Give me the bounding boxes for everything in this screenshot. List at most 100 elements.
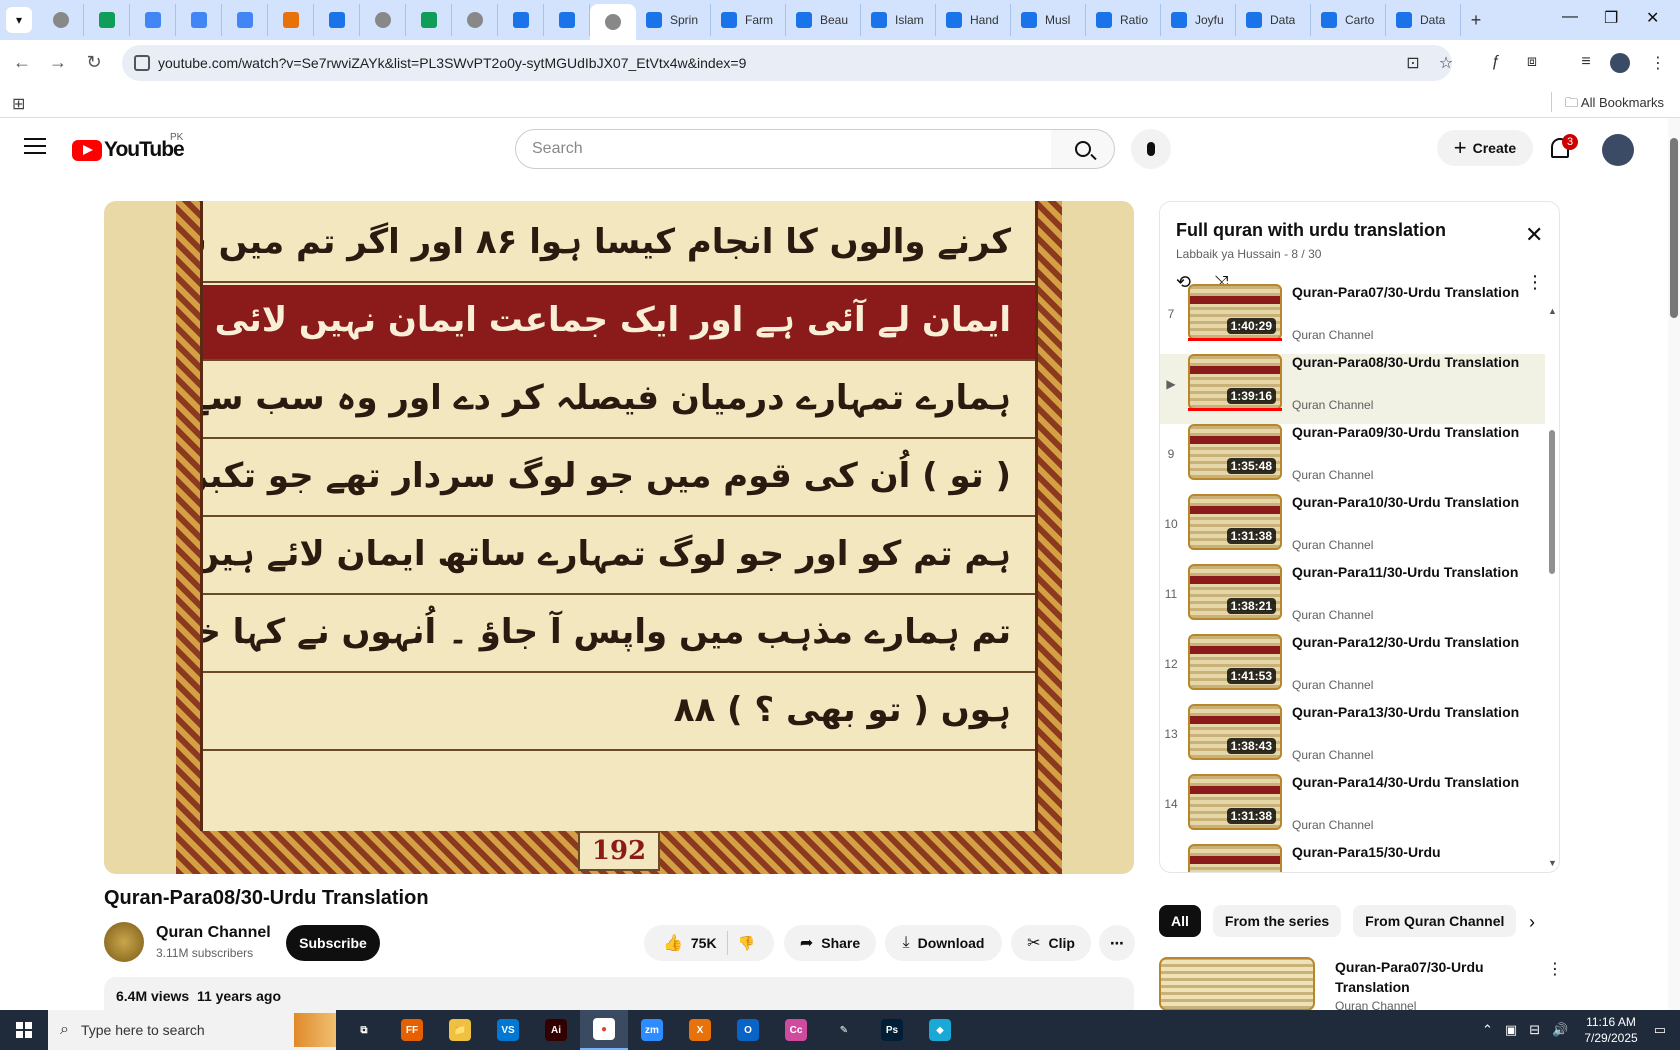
scroll-up-icon[interactable]: ▲ — [1548, 306, 1557, 316]
recommended-title[interactable]: Quran-Para07/30-Urdu Translation — [1335, 957, 1535, 997]
page-scroll-thumb[interactable] — [1670, 138, 1678, 318]
playlist-scrollbar[interactable] — [1549, 430, 1555, 574]
network-icon[interactable]: ⊟ — [1529, 1022, 1540, 1038]
youtube-logo[interactable]: YouTube PK — [72, 132, 185, 162]
chips-next-icon[interactable]: › — [1529, 912, 1535, 933]
extension-f-icon[interactable]: ƒ — [1486, 53, 1506, 73]
playlist-item[interactable]: 7 1:40:29 Quran-Para07/30-Urdu Translation… — [1160, 284, 1545, 354]
account-avatar[interactable] — [1602, 134, 1634, 166]
start-button[interactable] — [0, 1010, 48, 1050]
taskbar-app[interactable]: Cc — [772, 1010, 820, 1050]
playlist-item[interactable]: Quran-Para15/30-Urdu — [1160, 842, 1545, 872]
reload-icon[interactable]: ↻ — [76, 52, 112, 73]
channel-name[interactable]: Quran Channel — [156, 924, 271, 942]
voice-search-button[interactable] — [1131, 129, 1171, 169]
playlist-thumbnail[interactable] — [1188, 844, 1282, 872]
playlist-thumbnail[interactable]: 1:31:38 — [1188, 494, 1282, 550]
apps-grid-icon[interactable]: ⊞ — [12, 94, 25, 114]
recommended-thumbnail[interactable] — [1159, 957, 1315, 1011]
new-tab-button[interactable]: + — [1461, 10, 1491, 31]
site-info-icon[interactable] — [134, 55, 150, 71]
video-player[interactable]: کرنے والوں کا انجام کیسا ہوا ۸۶ اور اگر … — [104, 201, 1134, 874]
restore-icon[interactable]: ❐ — [1604, 8, 1618, 28]
minimize-icon[interactable]: — — [1562, 8, 1578, 26]
browser-tab[interactable] — [176, 4, 222, 36]
browser-tab[interactable] — [590, 4, 636, 40]
more-actions-button[interactable]: ⋯ — [1099, 925, 1135, 961]
search-button[interactable] — [1051, 129, 1115, 169]
dislike-button[interactable]: 👎 — [738, 935, 755, 952]
browser-tab[interactable] — [130, 4, 176, 36]
share-button[interactable]: ➦ Share — [784, 925, 876, 961]
channel-avatar[interactable] — [104, 922, 144, 962]
create-button[interactable]: + Create — [1437, 130, 1533, 166]
playlist-thumbnail[interactable]: 1:41:53 — [1188, 634, 1282, 690]
recommended-video[interactable]: Quran-Para07/30-Urdu Translation Quran C… — [1159, 957, 1560, 1011]
playlist-item-title[interactable]: Quran-Para14/30-Urdu Translation — [1292, 772, 1522, 792]
playlist-item-title[interactable]: Quran-Para07/30-Urdu Translation — [1292, 282, 1522, 302]
menu-hamburger-icon[interactable] — [24, 138, 46, 154]
playlist-thumbnail[interactable]: 1:39:16 — [1188, 354, 1282, 410]
install-app-icon[interactable]: ⊡ — [1403, 53, 1423, 73]
tray-chevron-icon[interactable]: ⌃ — [1482, 1022, 1493, 1038]
browser-tab[interactable] — [222, 4, 268, 36]
browser-tab[interactable] — [360, 4, 406, 36]
playlist-item-title[interactable]: Quran-Para13/30-Urdu Translation — [1292, 702, 1522, 722]
browser-tab[interactable]: Data — [1386, 4, 1461, 36]
taskbar-app[interactable]: zm — [628, 1010, 676, 1050]
playlist-item[interactable]: 11 1:38:21 Quran-Para11/30-Urdu Translatio… — [1160, 564, 1545, 634]
scroll-down-icon[interactable]: ▼ — [1548, 858, 1557, 868]
browser-tab[interactable] — [38, 4, 84, 36]
taskbar-search[interactable]: ⌕ Type here to search — [48, 1010, 336, 1050]
playlist-item-title[interactable]: Quran-Para08/30-Urdu Translation — [1292, 352, 1522, 372]
filter-chip[interactable]: From the series — [1212, 905, 1342, 937]
download-button[interactable]: ⤓ Download — [885, 925, 1002, 961]
browser-tab[interactable] — [544, 4, 590, 36]
playlist-thumbnail[interactable]: 1:40:29 — [1188, 284, 1282, 340]
browser-tab[interactable]: Musl — [1011, 4, 1086, 36]
taskbar-app[interactable]: 📁 — [436, 1010, 484, 1050]
playlist-thumbnail[interactable]: 1:31:38 — [1188, 774, 1282, 830]
playlist-title[interactable]: Full quran with urdu translation — [1176, 220, 1446, 241]
taskbar-app[interactable]: FF — [388, 1010, 436, 1050]
taskbar-app[interactable]: ● — [580, 1010, 628, 1050]
close-playlist-icon[interactable]: ✕ — [1525, 222, 1543, 248]
playlist-item-title[interactable]: Quran-Para12/30-Urdu Translation — [1292, 632, 1522, 652]
page-scrollbar[interactable] — [1668, 118, 1680, 1010]
recommended-menu-icon[interactable]: ⋮ — [1547, 959, 1560, 979]
browser-tab[interactable] — [84, 4, 130, 36]
taskbar-app[interactable]: ⧉ — [340, 1010, 388, 1050]
browser-menu-icon[interactable]: ⋮ — [1648, 53, 1668, 73]
playlist-item-title[interactable]: Quran-Para11/30-Urdu Translation — [1292, 562, 1522, 582]
profile-avatar[interactable] — [1610, 53, 1630, 73]
playlist-item[interactable]: 13 1:38:43 Quran-Para13/30-Urdu Translatio… — [1160, 704, 1545, 774]
browser-tab[interactable]: Sprin — [636, 4, 711, 36]
media-control-icon[interactable]: ≡ — [1576, 53, 1596, 73]
browser-tab[interactable]: Carto — [1311, 4, 1386, 36]
subscribe-button[interactable]: Subscribe — [286, 925, 380, 961]
playlist-item-title[interactable]: Quran-Para15/30-Urdu — [1292, 842, 1522, 862]
tab-search-button[interactable]: ▾ — [6, 7, 32, 33]
close-window-icon[interactable]: ✕ — [1646, 8, 1659, 28]
browser-tab[interactable]: Joyfu — [1161, 4, 1236, 36]
bookmark-star-icon[interactable]: ☆ — [1436, 53, 1456, 73]
playlist-thumbnail[interactable]: 1:35:48 — [1188, 424, 1282, 480]
playlist-item-title[interactable]: Quran-Para10/30-Urdu Translation — [1292, 492, 1522, 512]
playlist-item[interactable]: 10 1:31:38 Quran-Para10/30-Urdu Translatio… — [1160, 494, 1545, 564]
browser-tab[interactable]: Data — [1236, 4, 1311, 36]
taskbar-app[interactable]: ◆ — [916, 1010, 964, 1050]
playlist-item[interactable]: ▶ 1:39:16 Quran-Para08/30-Urdu Translation… — [1160, 354, 1545, 424]
playlist-thumbnail[interactable]: 1:38:21 — [1188, 564, 1282, 620]
browser-tab[interactable] — [452, 4, 498, 36]
browser-tab[interactable]: Hand — [936, 4, 1011, 36]
filter-chip[interactable]: All — [1159, 905, 1201, 937]
taskbar-app[interactable]: O — [724, 1010, 772, 1050]
tray-device-icon[interactable]: ▣ — [1505, 1022, 1517, 1038]
browser-tab[interactable] — [268, 4, 314, 36]
clip-button[interactable]: ✂ Clip — [1011, 925, 1091, 961]
back-icon[interactable]: ← — [4, 52, 40, 73]
browser-tab[interactable] — [498, 4, 544, 36]
like-button[interactable]: 👍 75K — [663, 933, 717, 953]
taskbar-app[interactable]: X — [676, 1010, 724, 1050]
filter-chip[interactable]: From Quran Channel — [1353, 905, 1517, 937]
